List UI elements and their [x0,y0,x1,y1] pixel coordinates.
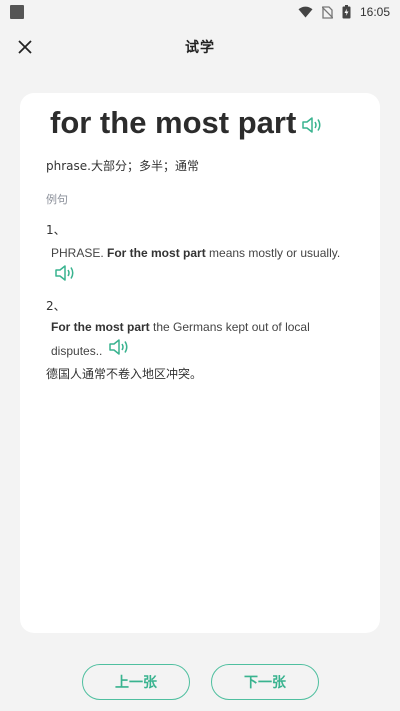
status-icons: 16:05 [298,5,390,19]
prev-card-button[interactable]: 上一张 [82,664,190,700]
headword: for the most part [50,105,297,140]
example-1-speaker-button[interactable] [54,263,78,283]
example-1-text: PHRASE. For the most part means mostly o… [51,245,340,261]
status-bar: 16:05 [0,0,400,24]
examples-label: 例句 [46,193,68,206]
status-time: 16:05 [359,5,390,19]
example-2-line2: disputes.. [51,344,103,358]
headword-row: for the most part [50,105,325,141]
example-1-post: means mostly or usually. [205,246,341,260]
example-2-text-line1: For the most part the Germans kept out o… [51,319,310,335]
page-title: 试学 [185,40,215,56]
headword-speaker-button[interactable] [301,115,325,135]
example-2-text-line2: disputes.. [51,343,102,359]
example-1-pre: PHRASE. [51,246,108,260]
top-bar: 试学 [0,28,400,66]
example-2-phrase: For the most part [51,320,150,334]
wifi-icon [298,6,313,18]
word-card: for the most part phrase.大部分；多半；通常 例句 1、… [20,93,380,633]
example-2-translation: 德国人通常不卷入地区冲突。 [46,367,203,381]
example-1-phrase: For the most part [107,246,206,260]
example-1-index: 1、 [46,223,66,237]
example-2-post: the Germans kept out of local [149,320,310,334]
example-2-speaker-button[interactable] [108,337,132,357]
definition: phrase.大部分；多半；通常 [46,159,199,173]
speaker-icon [302,117,321,133]
notification-icon [10,5,24,19]
close-icon [18,40,32,54]
speaker-icon [55,265,74,281]
example-2-index: 2、 [46,299,66,313]
battery-icon [342,5,351,19]
no-sim-icon [321,5,333,19]
close-button[interactable] [15,37,35,57]
next-card-button[interactable]: 下一张 [211,664,319,700]
speaker-icon [109,339,128,355]
